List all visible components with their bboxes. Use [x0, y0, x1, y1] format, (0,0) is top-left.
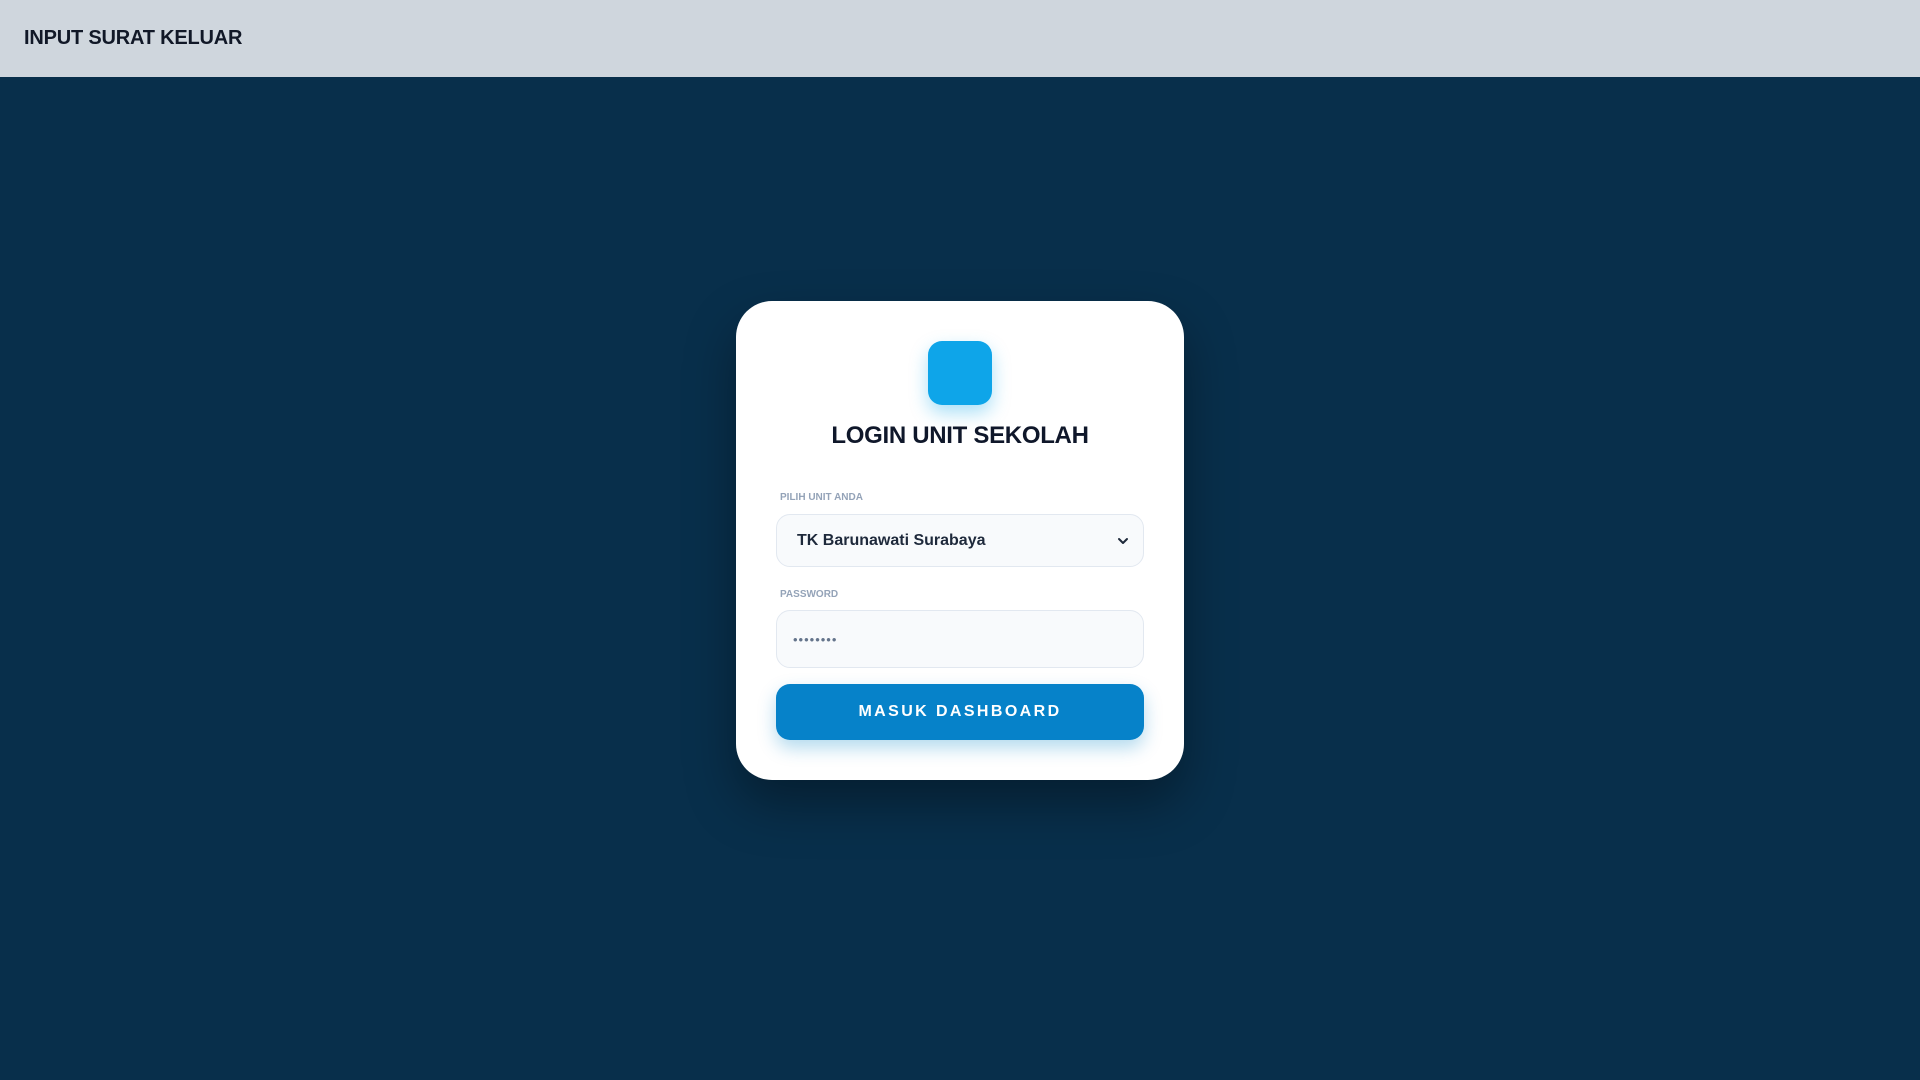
- password-field-label: PASSWORD: [780, 589, 839, 600]
- login-button[interactable]: MASUK DASHBOARD: [776, 684, 1144, 740]
- top-bar: INPUT SURAT KELUAR: [0, 0, 1920, 77]
- login-card: LOGIN UNIT SEKOLAH TK Barunawati Surabay…: [736, 301, 1184, 780]
- login-title: LOGIN UNIT SEKOLAH: [831, 422, 1089, 449]
- app-logo-icon: [928, 341, 992, 405]
- unit-select[interactable]: TK Barunawati Surabaya: [776, 514, 1144, 567]
- chevron-down-icon: [1117, 535, 1129, 547]
- password-value: ••••••••: [793, 631, 838, 647]
- login-button-label: MASUK DASHBOARD: [858, 703, 1062, 720]
- unit-field-label: PILIH UNIT ANDA: [780, 492, 863, 503]
- password-input[interactable]: ••••••••: [776, 610, 1144, 668]
- unit-select-value: TK Barunawati Surabaya: [797, 531, 986, 549]
- page-title: INPUT SURAT KELUAR: [24, 27, 243, 49]
